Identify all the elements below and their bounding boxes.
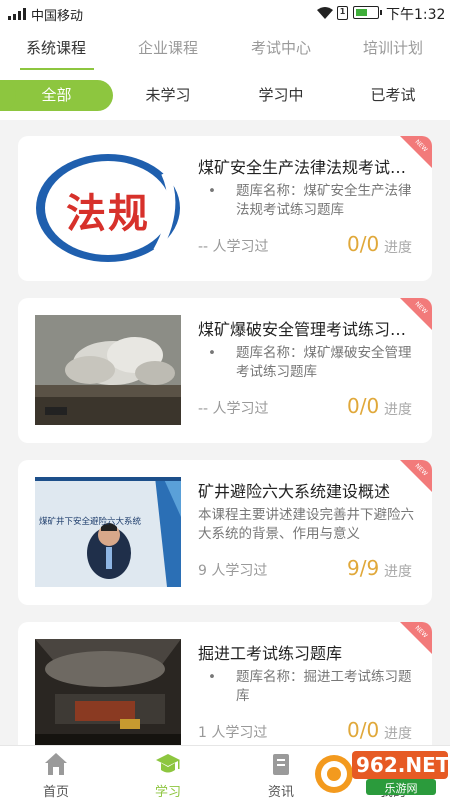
site-watermark: 962.NET 乐游网 [312,747,450,797]
tab-training-plan[interactable]: 培训计划 [337,37,449,58]
progress-value: 0/0 [347,718,380,742]
bullet: • [208,669,216,685]
progress-value: 0/0 [347,394,380,418]
filter-examined[interactable]: 已考试 [337,80,449,111]
course-thumbnail [35,639,181,749]
learner-count: 1 人学习过 [198,725,268,741]
course-title: 矿井避险六大系统建设概述 [198,482,391,501]
clock: 下午1:32 [386,7,446,23]
status-bar: 中国移动 1 下午1:32 [0,0,450,26]
desc-prefix: 题库名称： [236,669,304,685]
battery-icon [353,6,382,19]
nav-study[interactable]: 学习 [112,746,224,800]
filter-in-progress[interactable]: 学习中 [225,80,337,111]
course-thumbnail [35,315,181,425]
bullet: • [208,183,216,199]
course-card[interactable]: 法规 煤矿安全生产法律法规考试练习题库 • 题库名称：煤矿安全生产法律法规考试练… [18,136,432,281]
progress-value: 9/9 [347,556,380,580]
progress-label: 进度 [384,240,412,256]
course-description: • 题库名称：煤矿爆破安全管理考试练习题库 [198,344,416,382]
wifi-icon [317,7,333,19]
tab-exam-center[interactable]: 考试中心 [225,37,337,58]
desc-prefix: 题库名称： [236,345,304,361]
filter-tab-bar: 全部 未学习 学习中 已考试 [0,72,450,120]
course-card[interactable]: 煤矿井下安全避险六大系统 矿井避险六大系统建设概述 本课程主要讲述建设完善井下避… [18,460,432,605]
filter-all[interactable]: 全部 [0,80,113,111]
progress-value: 0/0 [347,232,380,256]
top-tab-bar: 系统课程 企业课程 考试中心 培训计划 [0,26,450,72]
learner-count: 9 人学习过 [198,563,268,579]
signal-icon [8,8,28,20]
news-icon [273,754,289,775]
nav-home[interactable]: 首页 [0,746,112,800]
carrier-name: 中国移动 [31,9,84,24]
progress-label: 进度 [384,402,412,418]
law-logo-text: 法规 [66,190,150,237]
progress-label: 进度 [384,564,412,580]
course-thumbnail: 法规 [35,153,181,263]
filter-not-studied[interactable]: 未学习 [112,80,224,111]
graduation-cap-icon [156,754,180,773]
course-description: • 题库名称：煤矿安全生产法律法规考试练习题库 [198,182,416,220]
course-thumbnail: 煤矿井下安全避险六大系统 [35,477,181,587]
course-card[interactable]: 煤矿爆破安全管理考试练习题库 • 题库名称：煤矿爆破安全管理考试练习题库 -- … [18,298,432,443]
course-description: • 题库名称：掘进工考试练习题库 [198,668,416,706]
new-badge: NEW [400,460,432,492]
course-description: 本课程主要讲述建设完善井下避险六大系统的背景、作用与意义 [198,506,416,544]
watermark-brand: 962.NET [356,753,450,777]
tab-enterprise-courses[interactable]: 企业课程 [112,37,224,58]
sim-icon: 1 [337,6,348,20]
new-badge: NEW [400,298,432,330]
learner-count: -- 人学习过 [198,401,269,417]
course-title: 煤矿爆破安全管理考试练习题库 [198,320,408,339]
lecture-slide-text: 煤矿井下安全避险六大系统 [39,517,142,527]
nav-study-label: 学习 [154,785,181,800]
nav-home-label: 首页 [42,785,69,800]
new-badge: NEW [400,136,432,168]
watermark-sub: 乐游网 [384,782,418,795]
new-badge: NEW [400,622,432,654]
bullet: • [208,345,216,361]
active-tab-indicator [20,68,94,70]
home-icon [45,753,67,775]
desc-prefix: 题库名称： [236,183,304,199]
desc-text: 本课程主要讲述建设完善井下避险六大系统的背景、作用与意义 [198,507,414,542]
tab-system-courses[interactable]: 系统课程 [0,37,112,58]
course-title: 煤矿安全生产法律法规考试练习题库 [198,158,408,177]
course-title: 掘进工考试练习题库 [198,644,343,663]
learner-count: -- 人学习过 [198,239,269,255]
progress-label: 进度 [384,726,412,742]
filter-all-label: 全部 [41,86,72,104]
